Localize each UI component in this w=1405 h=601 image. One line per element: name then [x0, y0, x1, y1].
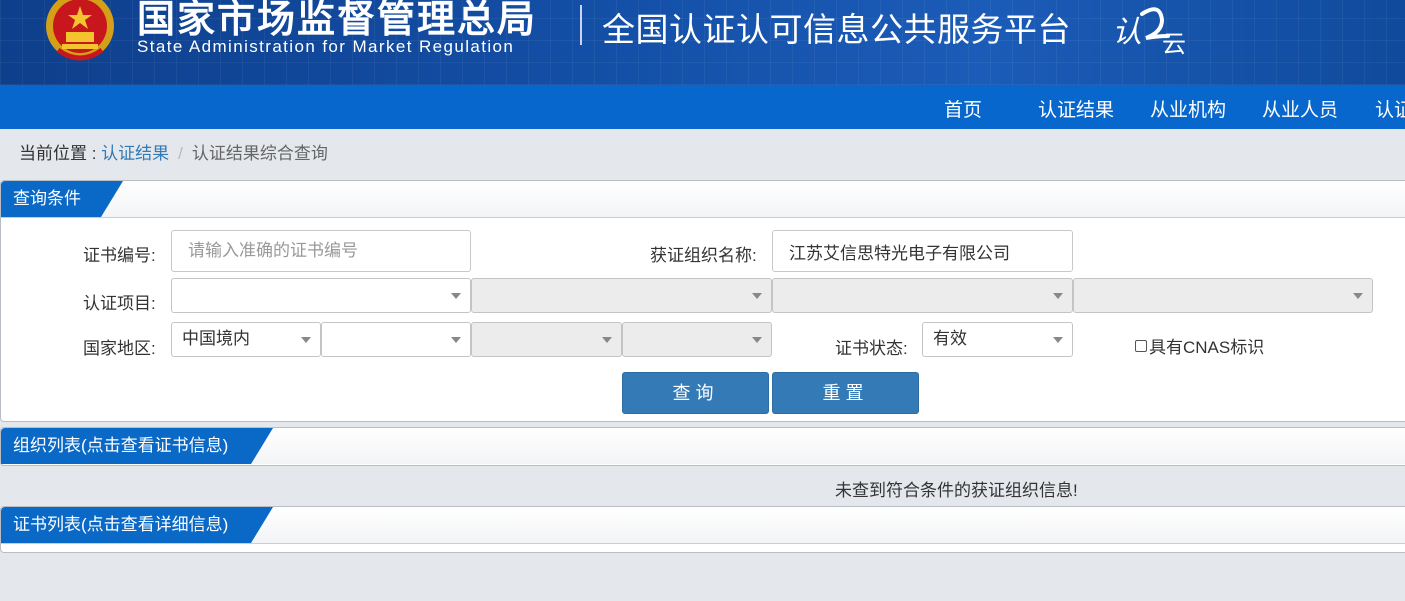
chevron-down-icon: [602, 337, 612, 343]
breadcrumb-separator: /: [178, 144, 183, 163]
cert-project-select-3: [772, 278, 1073, 313]
agency-name-en: State Administration for Market Regulati…: [137, 37, 515, 56]
cert-no-label: 证书编号:: [83, 246, 156, 265]
cert-project-label: 认证项目:: [83, 294, 156, 313]
cnas-checkbox-label: 具有CNAS标识: [1149, 338, 1265, 357]
chevron-down-icon: [752, 337, 762, 343]
query-panel-header: 查询条件: [1, 181, 1405, 218]
logo-text-1: 认: [1112, 15, 1142, 50]
cert-project-select-1[interactable]: [171, 278, 471, 313]
cert-project-select-2: [471, 278, 772, 313]
cert-list-panel-title: 证书列表(点击查看详细信息): [1, 507, 273, 543]
cert-project-select-4: [1073, 278, 1373, 313]
breadcrumb-current: 认证结果综合查询: [191, 144, 328, 163]
query-panel-title: 查询条件: [1, 181, 123, 217]
chevron-down-icon: [301, 337, 311, 343]
cert-status-label: 证书状态:: [835, 339, 908, 358]
select-value: 有效: [933, 329, 967, 348]
checkbox-icon[interactable]: [1135, 340, 1147, 352]
region-province-select[interactable]: [321, 322, 471, 357]
chevron-down-icon: [451, 337, 461, 343]
chevron-down-icon: [1053, 293, 1063, 299]
platform-logo-icon: 认 云: [1112, 7, 1186, 56]
chevron-down-icon: [1053, 337, 1063, 343]
chevron-down-icon: [752, 293, 762, 299]
org-list-panel: 组织列表(点击查看证书信息): [0, 427, 1405, 466]
reset-button[interactable]: 重置: [772, 372, 919, 414]
main-nav: 首页 认证结果 从业机构 从业人员 认证: [0, 85, 1405, 129]
search-button[interactable]: 查询: [622, 372, 769, 414]
org-list-panel-title: 组织列表(点击查看证书信息): [1, 428, 273, 464]
region-district-select: [622, 322, 772, 357]
breadcrumb-prefix: 当前位置 :: [19, 144, 102, 163]
nav-item-personnel[interactable]: 从业人员: [1262, 95, 1338, 122]
header-divider: [580, 5, 582, 45]
nav-item-accreditation[interactable]: 认证: [1375, 95, 1405, 122]
chevron-down-icon: [1353, 293, 1363, 299]
breadcrumb-link-cert-results[interactable]: 认证结果: [101, 144, 169, 163]
nav-item-institutions[interactable]: 从业机构: [1150, 95, 1226, 122]
org-name-label: 获证组织名称:: [650, 246, 757, 265]
breadcrumb: 当前位置 : 认证结果 / 认证结果综合查询: [19, 139, 328, 164]
cert-status-select[interactable]: 有效: [922, 322, 1073, 357]
cnas-checkbox[interactable]: 具有CNAS标识: [1135, 333, 1264, 358]
org-list-panel-header: 组织列表(点击查看证书信息): [1, 428, 1405, 464]
nav-item-home[interactable]: 首页: [944, 95, 982, 122]
region-country-select[interactable]: 中国境内: [171, 322, 321, 357]
cert-list-panel: 证书列表(点击查看详细信息): [0, 506, 1405, 553]
region-city-select: [471, 322, 622, 357]
chevron-down-icon: [451, 293, 461, 299]
org-list-empty-message: 未查到符合条件的获证组织信息!: [835, 481, 1078, 500]
national-emblem-icon: [46, 0, 114, 61]
org-name-input[interactable]: [772, 230, 1073, 272]
nav-item-cert-results[interactable]: 认证结果: [1038, 95, 1114, 122]
site-header: 国家市场监督管理总局 State Administration for Mark…: [0, 0, 1405, 85]
select-value: 中国境内: [182, 329, 250, 348]
region-label: 国家地区:: [83, 339, 156, 358]
cert-no-input[interactable]: [171, 230, 471, 272]
logo-text-2: 云: [1162, 30, 1186, 56]
platform-title: 全国认证认可信息公共服务平台: [602, 11, 1071, 48]
cert-list-panel-header: 证书列表(点击查看详细信息): [1, 507, 1405, 544]
